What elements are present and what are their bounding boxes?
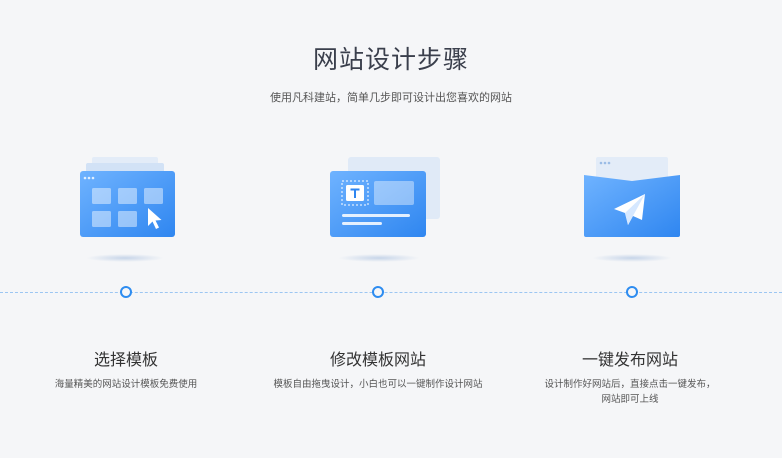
page-subtitle: 使用凡科建站，简单几步即可设计出您喜欢的网站 [270,91,512,104]
step-1-shadow [86,254,164,262]
step-3-title: 一键发布网站 [581,350,678,369]
timeline-line [0,292,782,293]
step-1-desc: 海量精美的网站设计模板免费使用 [16,377,236,392]
step-3-marker [626,286,638,298]
step-1-desc-line: 海量精美的网站设计模板免费使用 [54,379,198,390]
step-2-desc-line: 模板自由拖曳设计，小白也可以一键制作设计网站 [273,379,483,390]
step-1-title: 选择模板 [93,350,158,369]
step-2-desc: 模板自由拖曳设计，小白也可以一键制作设计网站 [258,377,498,392]
step-2-shadow [338,254,420,262]
step-1-marker [120,286,132,298]
template-window-icon [80,157,175,237]
paper-plane-icon [584,157,680,237]
step-3-desc-line-1: 设计制作好网站后，直接点击一键发布， [544,379,716,390]
page-title: 网站设计步骤 [312,45,469,74]
step-3-desc-line-2: 网站即可上线 [601,394,659,405]
step-2-marker [372,286,384,298]
step-3-shadow [592,254,672,262]
edit-text-icon [330,157,440,237]
step-3-desc: 设计制作好网站后，直接点击一键发布， 网站即可上线 [520,377,740,407]
step-2-title: 修改模板网站 [329,350,426,369]
